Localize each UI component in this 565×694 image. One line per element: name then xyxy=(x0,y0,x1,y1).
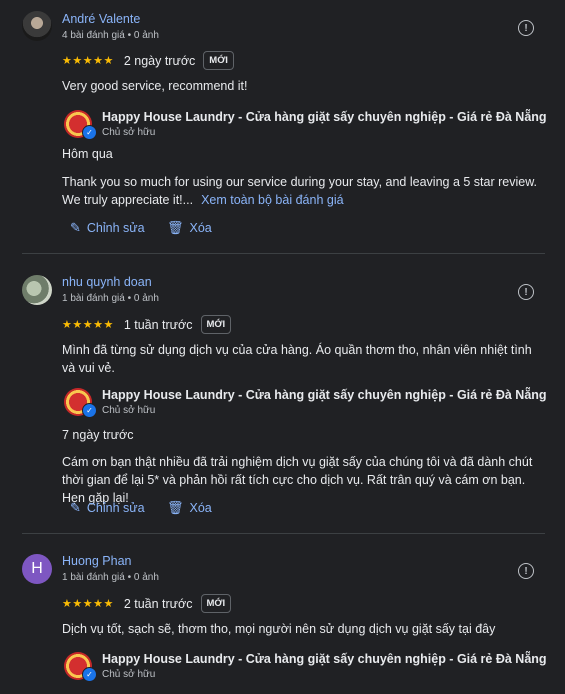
delete-label: Xóa xyxy=(189,221,212,235)
star-rating: ★★★★★ xyxy=(62,55,114,67)
owner-role: Chủ sở hữu xyxy=(102,669,156,680)
review-text: Mình đã từng sử dụng dịch vụ của cửa hàn… xyxy=(62,343,532,375)
owner-name: Happy House Laundry - Cửa hàng giặt sấy … xyxy=(102,652,547,666)
pencil-icon: ✎ xyxy=(70,220,81,235)
reviewer-avatar[interactable]: H xyxy=(22,554,52,584)
see-full-review-link[interactable]: Xem toàn bộ bài đánh giá xyxy=(201,193,343,207)
delete-button[interactable]: 🗑 Xóa xyxy=(167,220,212,236)
edit-button[interactable]: ✎ Chỉnh sửa xyxy=(70,220,145,236)
reviewer-meta: 4 bài đánh giá • 0 ảnh xyxy=(62,30,159,41)
reviewer-avatar[interactable] xyxy=(22,11,52,41)
pencil-icon: ✎ xyxy=(70,500,81,515)
trash-icon: 🗑 xyxy=(167,220,184,235)
owner-name: Happy House Laundry - Cửa hàng giặt sấy … xyxy=(102,110,547,124)
verified-check-icon: ✓ xyxy=(82,125,97,140)
rating-row: ★★★★★ 2 tuần trước MỚI xyxy=(62,594,232,613)
reviewer-name[interactable]: nhu quynh doan xyxy=(62,275,152,289)
review-text: Very good service, recommend it! xyxy=(62,79,248,93)
report-flag-icon[interactable]: ! xyxy=(518,20,534,36)
review-card: H Huong Phan 1 bài đánh giá • 0 ảnh ! ★★… xyxy=(0,534,565,694)
reviewer-name[interactable]: André Valente xyxy=(62,12,140,26)
owner-name: Happy House Laundry - Cửa hàng giặt sấy … xyxy=(102,388,547,402)
review-text: Dịch vụ tốt, sạch sẽ, thơm tho, mọi ngườ… xyxy=(62,622,496,636)
review-card: nhu quynh doan 1 bài đánh giá • 0 ảnh ! … xyxy=(0,254,565,533)
owner-role: Chủ sở hữu xyxy=(102,405,156,416)
verified-check-icon: ✓ xyxy=(82,403,97,418)
rating-row: ★★★★★ 1 tuần trước MỚI xyxy=(62,315,232,334)
new-badge: MỚI xyxy=(200,315,232,334)
reply-date: 7 ngày trước xyxy=(62,428,134,442)
owner-role: Chủ sở hữu xyxy=(102,127,156,138)
reviewer-avatar[interactable] xyxy=(22,275,52,305)
trash-icon: 🗑 xyxy=(167,500,184,515)
review-date: 1 tuần trước xyxy=(123,317,193,332)
reviewer-name[interactable]: Huong Phan xyxy=(62,554,132,568)
new-badge: MỚI xyxy=(203,51,234,70)
edit-label: Chỉnh sửa xyxy=(86,221,145,235)
new-badge: MỚI xyxy=(200,594,232,613)
reply-text: Thank you so much for using our service … xyxy=(62,173,547,209)
review-date: 2 tuần trước xyxy=(123,596,193,611)
reviewer-meta: 1 bài đánh giá • 0 ảnh xyxy=(62,293,159,304)
delete-label: Xóa xyxy=(189,501,212,515)
rating-row: ★★★★★ 2 ngày trước MỚI xyxy=(62,51,234,70)
edit-button[interactable]: ✎ Chỉnh sửa xyxy=(70,500,145,516)
report-flag-icon[interactable]: ! xyxy=(518,563,534,579)
review-date: 2 ngày trước xyxy=(123,53,196,68)
reply-date: Hôm qua xyxy=(62,147,113,161)
review-card: André Valente 4 bài đánh giá • 0 ảnh ! ★… xyxy=(0,0,565,253)
star-rating: ★★★★★ xyxy=(62,319,114,331)
reviewer-meta: 1 bài đánh giá • 0 ảnh xyxy=(62,572,159,583)
edit-label: Chỉnh sửa xyxy=(86,501,145,515)
report-flag-icon[interactable]: ! xyxy=(518,284,534,300)
delete-button[interactable]: 🗑 Xóa xyxy=(167,500,212,516)
verified-check-icon: ✓ xyxy=(82,667,97,682)
reply-text: Cám ơn bạn thật nhiều đã trải nghiệm dịc… xyxy=(62,455,533,505)
star-rating: ★★★★★ xyxy=(62,598,114,610)
